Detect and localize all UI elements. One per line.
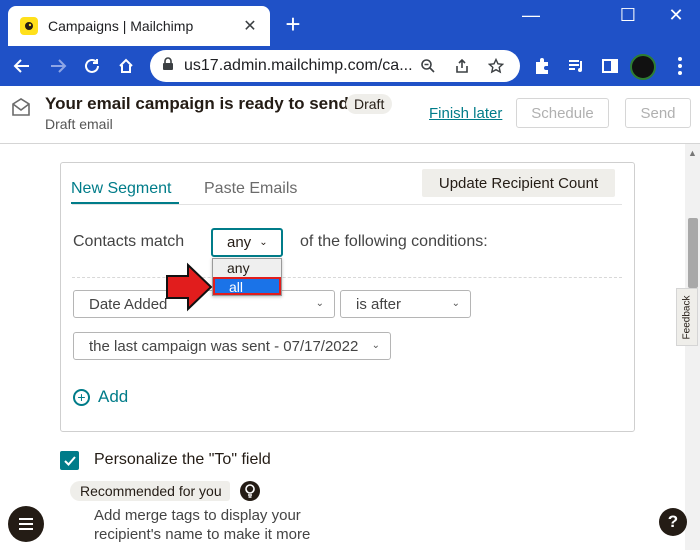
back-arrow-icon[interactable] — [8, 52, 36, 80]
feedback-label: Feedback — [681, 295, 693, 339]
personalize-helper-text: Add merge tags to display your recipient… — [94, 507, 311, 543]
minimize-button[interactable]: — — [515, 4, 547, 28]
home-icon[interactable] — [112, 52, 140, 80]
address-bar[interactable]: us17.admin.mailchimp.com/ca... — [150, 50, 520, 82]
condition-field-value: Date Added — [89, 295, 168, 313]
condition-operator-select[interactable]: is after ⌄ — [340, 290, 471, 318]
add-circle-icon: + — [73, 388, 90, 406]
page-title: Your email campaign is ready to send! — [45, 94, 355, 113]
help-button[interactable]: ? — [659, 508, 687, 536]
condition-operator-value: is after — [356, 295, 402, 313]
status-badge: Draft — [346, 94, 393, 114]
page-scrollbar[interactable] — [685, 144, 700, 550]
chevron-down-icon: ⌄ — [371, 340, 380, 351]
add-label: Add — [98, 387, 129, 406]
profile-avatar[interactable] — [630, 54, 656, 80]
finish-later-link[interactable]: Finish later — [429, 105, 502, 122]
page-subtitle: Draft email — [45, 116, 113, 132]
following-conditions-label: of the following conditions: — [300, 233, 488, 250]
tab-new-segment[interactable]: New Segment — [71, 180, 172, 198]
red-pointer-arrow-icon — [166, 262, 213, 312]
new-tab-button[interactable]: + — [282, 11, 304, 37]
media-queue-icon[interactable] — [562, 52, 590, 80]
match-dropdown-list: any all — [212, 258, 282, 296]
side-panel-icon[interactable] — [596, 52, 624, 80]
conditions-divider — [72, 277, 622, 278]
browser-toolbar: us17.admin.mailchimp.com/ca... — [0, 46, 700, 86]
condition-value-select[interactable]: the last campaign was sent - 07/17/2022 … — [73, 332, 391, 360]
lightbulb-icon — [240, 481, 260, 501]
lock-icon — [162, 56, 174, 76]
recommended-badge: Recommended for you — [70, 481, 230, 501]
scrollbar-thumb[interactable] — [688, 218, 698, 288]
zoom-icon[interactable] — [418, 56, 438, 76]
tab-title: Campaigns | Mailchimp — [48, 18, 194, 34]
personalize-label: Personalize the "To" field — [94, 451, 271, 468]
campaign-header: Your email campaign is ready to send! Dr… — [0, 86, 700, 144]
email-icon — [10, 96, 32, 118]
send-button[interactable]: Send — [625, 98, 691, 128]
checkmark-icon — [63, 455, 76, 466]
reload-icon[interactable] — [78, 52, 106, 80]
feedback-tab[interactable]: Feedback — [676, 288, 698, 346]
tab-close-icon[interactable]: ✕ — [240, 16, 260, 36]
personalize-checkbox[interactable] — [60, 451, 79, 470]
contacts-match-label: Contacts match — [73, 233, 185, 250]
add-condition-button[interactable]: + Add — [73, 387, 128, 407]
match-select[interactable]: any ⌄ — [211, 228, 283, 257]
browser-menu-icon[interactable] — [668, 54, 692, 78]
bookmark-star-icon[interactable] — [486, 56, 506, 76]
forward-arrow-icon[interactable] — [44, 52, 72, 80]
schedule-button[interactable]: Schedule — [516, 98, 609, 128]
maximize-button[interactable]: ☐ — [612, 4, 644, 28]
extensions-puzzle-icon[interactable] — [528, 52, 556, 80]
match-select-value: any — [227, 234, 252, 251]
match-option-all[interactable]: all — [213, 277, 281, 295]
tab-paste-emails[interactable]: Paste Emails — [204, 180, 297, 198]
chevron-down-icon: ⌄ — [259, 237, 268, 248]
match-option-any[interactable]: any — [213, 259, 281, 277]
url-text: us17.admin.mailchimp.com/ca... — [184, 57, 412, 74]
mailchimp-favicon-icon — [20, 17, 38, 35]
scroll-up-icon[interactable]: ▲ — [688, 148, 697, 158]
share-icon[interactable] — [452, 56, 472, 76]
chevron-down-icon: ⌄ — [451, 298, 460, 309]
browser-tab[interactable]: Campaigns | Mailchimp ✕ — [8, 6, 270, 46]
update-recipient-count-button[interactable]: Update Recipient Count — [422, 169, 615, 197]
chevron-down-icon: ⌄ — [315, 298, 324, 309]
menu-hamburger-icon[interactable] — [8, 506, 44, 542]
browser-tab-bar: Campaigns | Mailchimp ✕ + — ☐ ✕ — [0, 0, 700, 46]
tabs-divider — [72, 204, 622, 205]
condition-value-text: the last campaign was sent - 07/17/2022 — [89, 337, 359, 355]
close-window-button[interactable]: ✕ — [660, 4, 692, 28]
